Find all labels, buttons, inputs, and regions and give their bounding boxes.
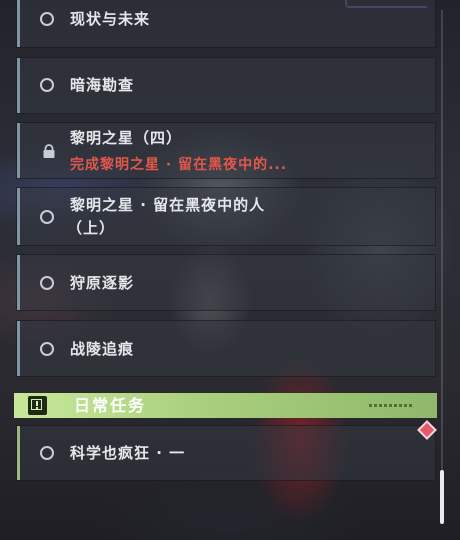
circle-icon bbox=[40, 276, 54, 290]
circle-icon bbox=[40, 78, 54, 92]
section-title: 日常任务 bbox=[74, 396, 147, 415]
circle-icon bbox=[40, 342, 54, 356]
circle-icon bbox=[40, 210, 54, 224]
quest-label: 黎明之星（四） bbox=[70, 129, 183, 147]
quest-list-screen: 现状与未来 暗海勘查 黎明之星（四） 完成黎明之星 · 留在黑夜中的... 黎明… bbox=[0, 0, 460, 540]
exclamation-box-icon bbox=[28, 396, 47, 415]
quest-label-line1: 黎明之星 · 留在黑夜中的人 bbox=[70, 196, 266, 214]
header-decoration bbox=[369, 404, 413, 407]
quest-requirement: 完成黎明之星 · 留在黑夜中的... bbox=[70, 157, 288, 173]
quest-item[interactable]: 战陵追痕 bbox=[16, 320, 436, 377]
quest-label-line2: （上） bbox=[67, 219, 116, 237]
quest-label: 战陵追痕 bbox=[70, 340, 135, 358]
quest-item[interactable]: 暗海勘查 bbox=[16, 57, 436, 114]
circle-icon bbox=[40, 12, 54, 26]
circle-icon bbox=[40, 446, 54, 460]
quest-item[interactable]: 现状与未来 bbox=[16, 0, 436, 48]
lock-icon bbox=[43, 144, 55, 158]
quest-label: 狩原逐影 bbox=[70, 274, 135, 292]
quest-label: 科学也疯狂 · 一 bbox=[70, 444, 186, 462]
quest-item[interactable]: 狩原逐影 bbox=[16, 254, 436, 311]
quest-item[interactable]: 黎明之星 · 留在黑夜中的人 （上） bbox=[16, 187, 436, 246]
quest-label: 现状与未来 bbox=[70, 10, 151, 28]
quest-label: 暗海勘查 bbox=[70, 76, 135, 94]
scrollbar-thumb[interactable] bbox=[440, 470, 444, 524]
scrollbar-track[interactable] bbox=[441, 10, 443, 522]
daily-quest-item[interactable]: 科学也疯狂 · 一 bbox=[16, 425, 436, 481]
quest-item-locked[interactable]: 黎明之星（四） 完成黎明之星 · 留在黑夜中的... bbox=[16, 122, 436, 179]
daily-quests-header[interactable]: 日常任务 bbox=[14, 393, 437, 418]
